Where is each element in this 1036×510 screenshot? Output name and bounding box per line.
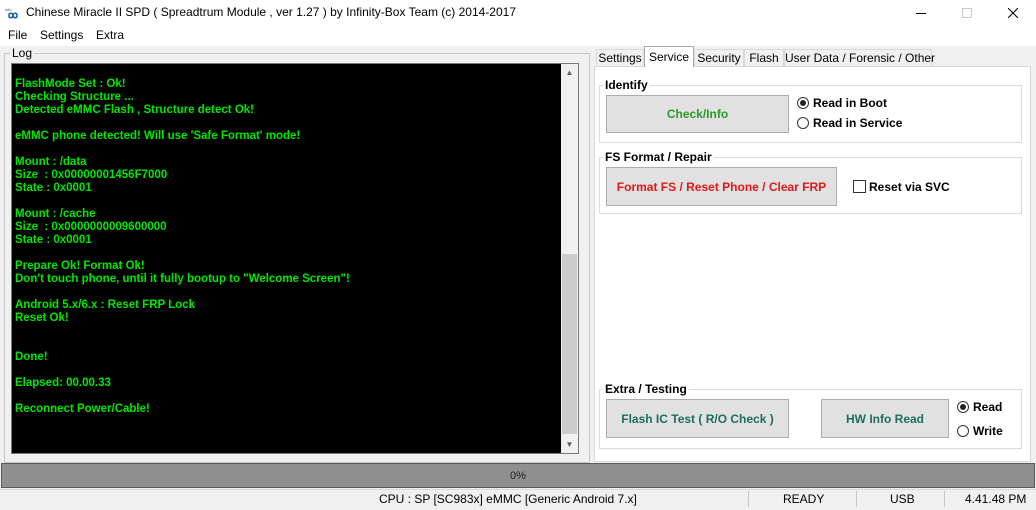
write-radio[interactable] <box>957 425 969 437</box>
tab-security[interactable]: Security <box>694 49 744 66</box>
log-output[interactable]: FlashMode Set : Ok! Checking Structure .… <box>11 63 579 454</box>
app-logo-icon: info <box>5 7 18 19</box>
scroll-up-icon[interactable]: ▲ <box>561 64 578 81</box>
check-info-button[interactable]: Check/Info <box>606 95 789 133</box>
status-separator <box>944 491 945 507</box>
reset-via-svc-checkbox[interactable] <box>853 180 866 193</box>
reset-via-svc-label[interactable]: Reset via SVC <box>869 180 950 194</box>
log-text: FlashMode Set : Ok! Checking Structure .… <box>15 78 350 415</box>
log-scrollbar[interactable]: ▲ ▼ <box>561 64 578 453</box>
read-label[interactable]: Read <box>973 400 1002 414</box>
minimize-button[interactable] <box>898 0 944 26</box>
svg-text:info: info <box>5 7 12 12</box>
read-in-boot-radio[interactable] <box>797 97 809 109</box>
tab-settings[interactable]: Settings <box>596 49 644 66</box>
status-time: 4.41.48 PM <box>965 492 1027 506</box>
maximize-button[interactable] <box>944 0 990 26</box>
identify-label: Identify <box>603 78 650 92</box>
close-icon <box>1008 8 1018 18</box>
hw-info-read-button[interactable]: HW Info Read <box>821 399 949 438</box>
extra-testing-label: Extra / Testing <box>603 382 689 396</box>
maximize-icon <box>962 8 972 18</box>
status-separator <box>748 491 749 507</box>
close-button[interactable] <box>990 0 1036 26</box>
tab-service[interactable]: Service <box>644 46 694 67</box>
read-in-boot-label[interactable]: Read in Boot <box>813 96 887 110</box>
flash-ic-test-button[interactable]: Flash IC Test ( R/O Check ) <box>606 399 789 438</box>
progress-text: 0% <box>510 469 526 482</box>
write-label[interactable]: Write <box>973 424 1003 438</box>
menu-file[interactable]: File <box>8 28 27 42</box>
scroll-down-icon[interactable]: ▼ <box>561 436 578 453</box>
read-radio[interactable] <box>957 401 969 413</box>
fs-format-label: FS Format / Repair <box>603 150 714 164</box>
tab-flash[interactable]: Flash <box>744 49 784 66</box>
status-cpu: CPU : SP [SC983x] eMMC [Generic Android … <box>379 492 637 506</box>
log-label: Log <box>10 46 35 60</box>
menu-extra[interactable]: Extra <box>96 28 124 42</box>
tab-user-data-forensic-other[interactable]: User Data / Forensic / Other <box>784 49 935 66</box>
minimize-icon <box>916 13 926 14</box>
status-connection: USB <box>890 492 915 506</box>
status-ready: READY <box>783 492 825 506</box>
scroll-thumb[interactable] <box>562 254 577 434</box>
progress-bar: 0% <box>1 463 1035 488</box>
read-in-service-radio[interactable] <box>797 117 809 129</box>
format-fs-reset-frp-button[interactable]: Format FS / Reset Phone / Clear FRP <box>606 167 837 206</box>
read-in-service-label[interactable]: Read in Service <box>813 116 902 130</box>
menu-bar <box>0 26 1036 46</box>
window-title: Chinese Miracle II SPD ( Spreadtrum Modu… <box>26 5 516 19</box>
status-separator <box>856 491 857 507</box>
menu-settings[interactable]: Settings <box>40 28 83 42</box>
